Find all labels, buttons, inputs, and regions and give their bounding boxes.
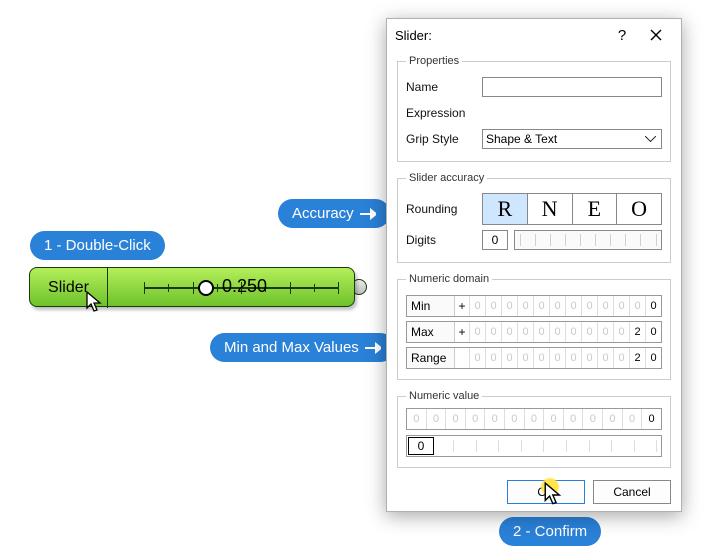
arrow-right-icon (365, 342, 381, 354)
rounding-mode-n[interactable]: N (527, 194, 572, 224)
dialog-title: Slider: (395, 28, 605, 43)
gripstyle-label: Grip Style (406, 132, 482, 146)
domain-group: Numeric domain Min + 000000000000 Max + … (397, 273, 671, 380)
slider-track[interactable]: 0.250 (108, 268, 354, 308)
rounding-mode-r[interactable]: R (483, 194, 527, 224)
value-group: Numeric value 0000000000000 0 (397, 390, 671, 468)
rounding-mode-group: R N E O (482, 193, 662, 225)
accuracy-group: Slider accuracy Rounding R N E O Digits … (397, 172, 671, 263)
properties-group: Properties Name Expression Grip Style Sh… (397, 55, 671, 162)
help-icon: ? (618, 27, 626, 44)
gripstyle-select[interactable]: Shape & Text (482, 129, 662, 149)
rounding-label: Rounding (406, 202, 482, 216)
max-cells[interactable]: 000000000020 (469, 322, 661, 342)
digits-slider[interactable] (514, 230, 662, 250)
annotation-text: 1 - Double-Click (44, 237, 151, 254)
arrow-right-icon (360, 208, 376, 220)
close-button[interactable] (639, 23, 673, 47)
slider-knob[interactable] (198, 280, 214, 296)
slider-name-text: Slider (48, 279, 89, 297)
help-button[interactable]: ? (605, 23, 639, 47)
annotation-double-click: 1 - Double-Click (30, 231, 165, 260)
max-row[interactable]: Max + 000000000020 (406, 321, 662, 343)
cancel-button[interactable]: Cancel (593, 480, 671, 504)
properties-legend: Properties (406, 55, 462, 67)
min-sign[interactable]: + (455, 296, 469, 316)
dialog-content: Properties Name Expression Grip Style Sh… (387, 51, 681, 514)
range-label: Range (407, 348, 455, 368)
digits-value[interactable]: 0 (482, 230, 508, 250)
expression-label: Expression (406, 106, 482, 120)
cursor-highlight (540, 477, 560, 497)
annotation-text: 2 - Confirm (513, 523, 587, 540)
range-row: Range 000000000020 (406, 347, 662, 369)
close-icon (650, 29, 662, 41)
slider-value: 0.250 (222, 276, 267, 297)
annotation-minmax: Min and Max Values (210, 333, 395, 362)
value-slider[interactable]: 0 (406, 435, 662, 457)
max-label: Max (407, 322, 455, 342)
name-input[interactable] (482, 77, 662, 97)
max-sign[interactable]: + (455, 322, 469, 342)
dialog-titlebar[interactable]: Slider: ? (387, 19, 681, 51)
annotation-confirm: 2 - Confirm (499, 517, 601, 546)
min-cells[interactable]: 000000000000 (469, 296, 661, 316)
value-display[interactable]: 0000000000000 (406, 408, 662, 430)
value-legend: Numeric value (406, 390, 482, 402)
gh-slider-component[interactable]: Slider 0.250 (29, 267, 359, 307)
digits-label: Digits (406, 233, 482, 247)
slider-name-cell[interactable]: Slider (30, 268, 108, 308)
rounding-mode-o[interactable]: O (616, 194, 661, 224)
accuracy-legend: Slider accuracy (406, 172, 487, 184)
min-row[interactable]: Min + 000000000000 (406, 295, 662, 317)
value-slider-knob[interactable]: 0 (408, 437, 434, 455)
name-label: Name (406, 80, 482, 94)
value-slider-track[interactable] (435, 436, 661, 456)
annotation-text: Min and Max Values (224, 339, 359, 356)
domain-legend: Numeric domain (406, 273, 492, 285)
range-cells: 000000000020 (469, 348, 661, 368)
annotation-accuracy: Accuracy (278, 199, 390, 228)
slider-settings-dialog: Slider: ? Properties Name Expression Gri… (386, 18, 682, 512)
rounding-mode-e[interactable]: E (572, 194, 617, 224)
min-label: Min (407, 296, 455, 316)
slider-body[interactable]: Slider 0.250 (29, 267, 355, 307)
annotation-text: Accuracy (292, 205, 354, 222)
dialog-buttons: OK Cancel (397, 480, 671, 504)
